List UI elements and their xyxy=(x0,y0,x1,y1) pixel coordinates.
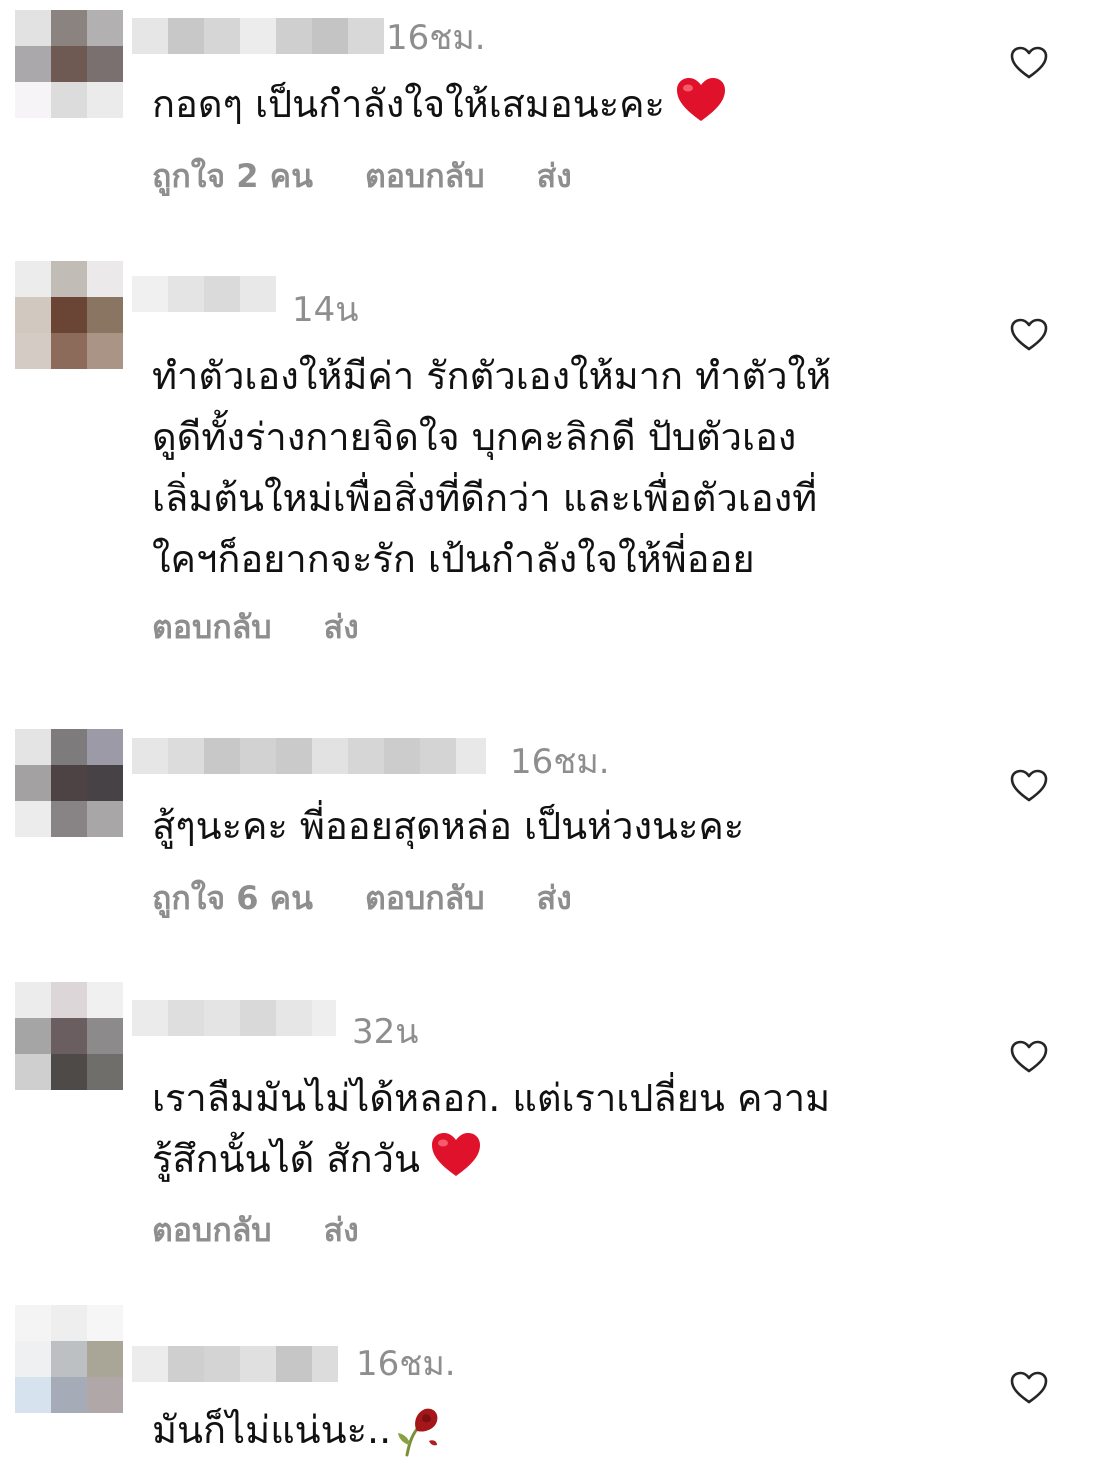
heart-outline-icon[interactable] xyxy=(1010,769,1048,803)
comment-text: สู้ๆนะคะ พี่ออยสุดหล่อ เป็นห่วงนะคะ xyxy=(152,796,952,857)
comment-text: ทำตัวเองให้มีค่า รักตัวเองให้มาก ทำตัวให… xyxy=(152,346,952,590)
avatar[interactable] xyxy=(15,982,123,1090)
comment-text-line: เลิ่มต้นใหม่เพื่อสิ่งที่ดีกว่า และเพื่อต… xyxy=(152,476,818,520)
username-blurred[interactable] xyxy=(132,738,486,774)
likes-count-link[interactable]: ถูกใจ 2 คน xyxy=(152,154,313,198)
avatar[interactable] xyxy=(15,261,123,369)
comment-text-line: ทำตัวเองให้มีค่า รักตัวเองให้มาก ทำตัวให… xyxy=(152,354,832,398)
red-heart-emoji xyxy=(676,78,725,121)
likes-count-link[interactable]: ถูกใจ 6 คน xyxy=(152,876,313,920)
comment-text-line: เราลืมมันไม่ได้หลอก. แต่เราเปลี่ยน ความ xyxy=(152,1076,831,1120)
send-button[interactable]: ส่ง xyxy=(537,154,572,198)
comment-text-line: มันก็ไม่แน่นะ.. xyxy=(152,1408,392,1452)
comment-text-line: ใคฯก็อยากจะรัก เป้นกำลังใจให้พี่ออย xyxy=(152,537,755,581)
comment-text: มันก็ไม่แน่นะ.. xyxy=(152,1400,952,1461)
comment-timestamp: 14น xyxy=(292,290,359,330)
send-button[interactable]: ส่ง xyxy=(537,876,572,920)
username-blurred[interactable] xyxy=(132,1000,336,1036)
username-blurred[interactable] xyxy=(132,276,276,312)
heart-outline-icon[interactable] xyxy=(1010,46,1048,80)
comment-actions: ถูกใจ 6 คน ตอบกลับ ส่ง xyxy=(152,876,624,920)
red-heart-emoji xyxy=(431,1133,480,1176)
comment-text-line: รู้สึกนั้นได้ สักวัน xyxy=(152,1137,420,1181)
reply-button[interactable]: ตอบกลับ xyxy=(365,154,485,198)
comment-text-line: ดูดีทั้งร่างกายจิดใจ บุกคะลิกดี ปับตัวเอ… xyxy=(152,415,797,459)
heart-outline-icon[interactable] xyxy=(1010,1040,1048,1074)
comment-timestamp: 16ชม. xyxy=(510,742,610,782)
comment-timestamp: 32น xyxy=(352,1012,419,1052)
comment-text: เราลืมมันไม่ได้หลอก. แต่เราเปลี่ยน ความ … xyxy=(152,1068,952,1190)
heart-outline-icon[interactable] xyxy=(1010,318,1048,352)
comment-text: กอดๆ เป็นกำลังใจให้เสมอนะคะ xyxy=(152,74,952,135)
comment-text-line: สู้ๆนะคะ พี่ออยสุดหล่อ เป็นห่วงนะคะ xyxy=(152,804,745,848)
comment-actions: ตอบกลับ ส่ง xyxy=(152,1208,411,1252)
username-blurred[interactable] xyxy=(132,1346,338,1382)
comment-actions: ถูกใจ 2 คน ตอบกลับ ส่ง xyxy=(152,154,624,198)
avatar[interactable] xyxy=(15,1305,123,1413)
heart-outline-icon[interactable] xyxy=(1010,1371,1048,1405)
reply-button[interactable]: ตอบกลับ xyxy=(152,1208,272,1252)
reply-button[interactable]: ตอบกลับ xyxy=(152,605,272,649)
comment-actions: ตอบกลับ ส่ง xyxy=(152,605,411,649)
username-blurred[interactable] xyxy=(132,18,384,54)
wilted-flower-emoji xyxy=(398,1408,438,1457)
comment-timestamp: 16ชม. xyxy=(356,1344,456,1384)
reply-button[interactable]: ตอบกลับ xyxy=(365,876,485,920)
avatar[interactable] xyxy=(15,729,123,837)
send-button[interactable]: ส่ง xyxy=(324,605,359,649)
comment-timestamp: 16ชม. xyxy=(386,18,486,58)
send-button[interactable]: ส่ง xyxy=(324,1208,359,1252)
avatar[interactable] xyxy=(15,10,123,118)
comment-text-line: กอดๆ เป็นกำลังใจให้เสมอนะคะ xyxy=(152,82,665,126)
